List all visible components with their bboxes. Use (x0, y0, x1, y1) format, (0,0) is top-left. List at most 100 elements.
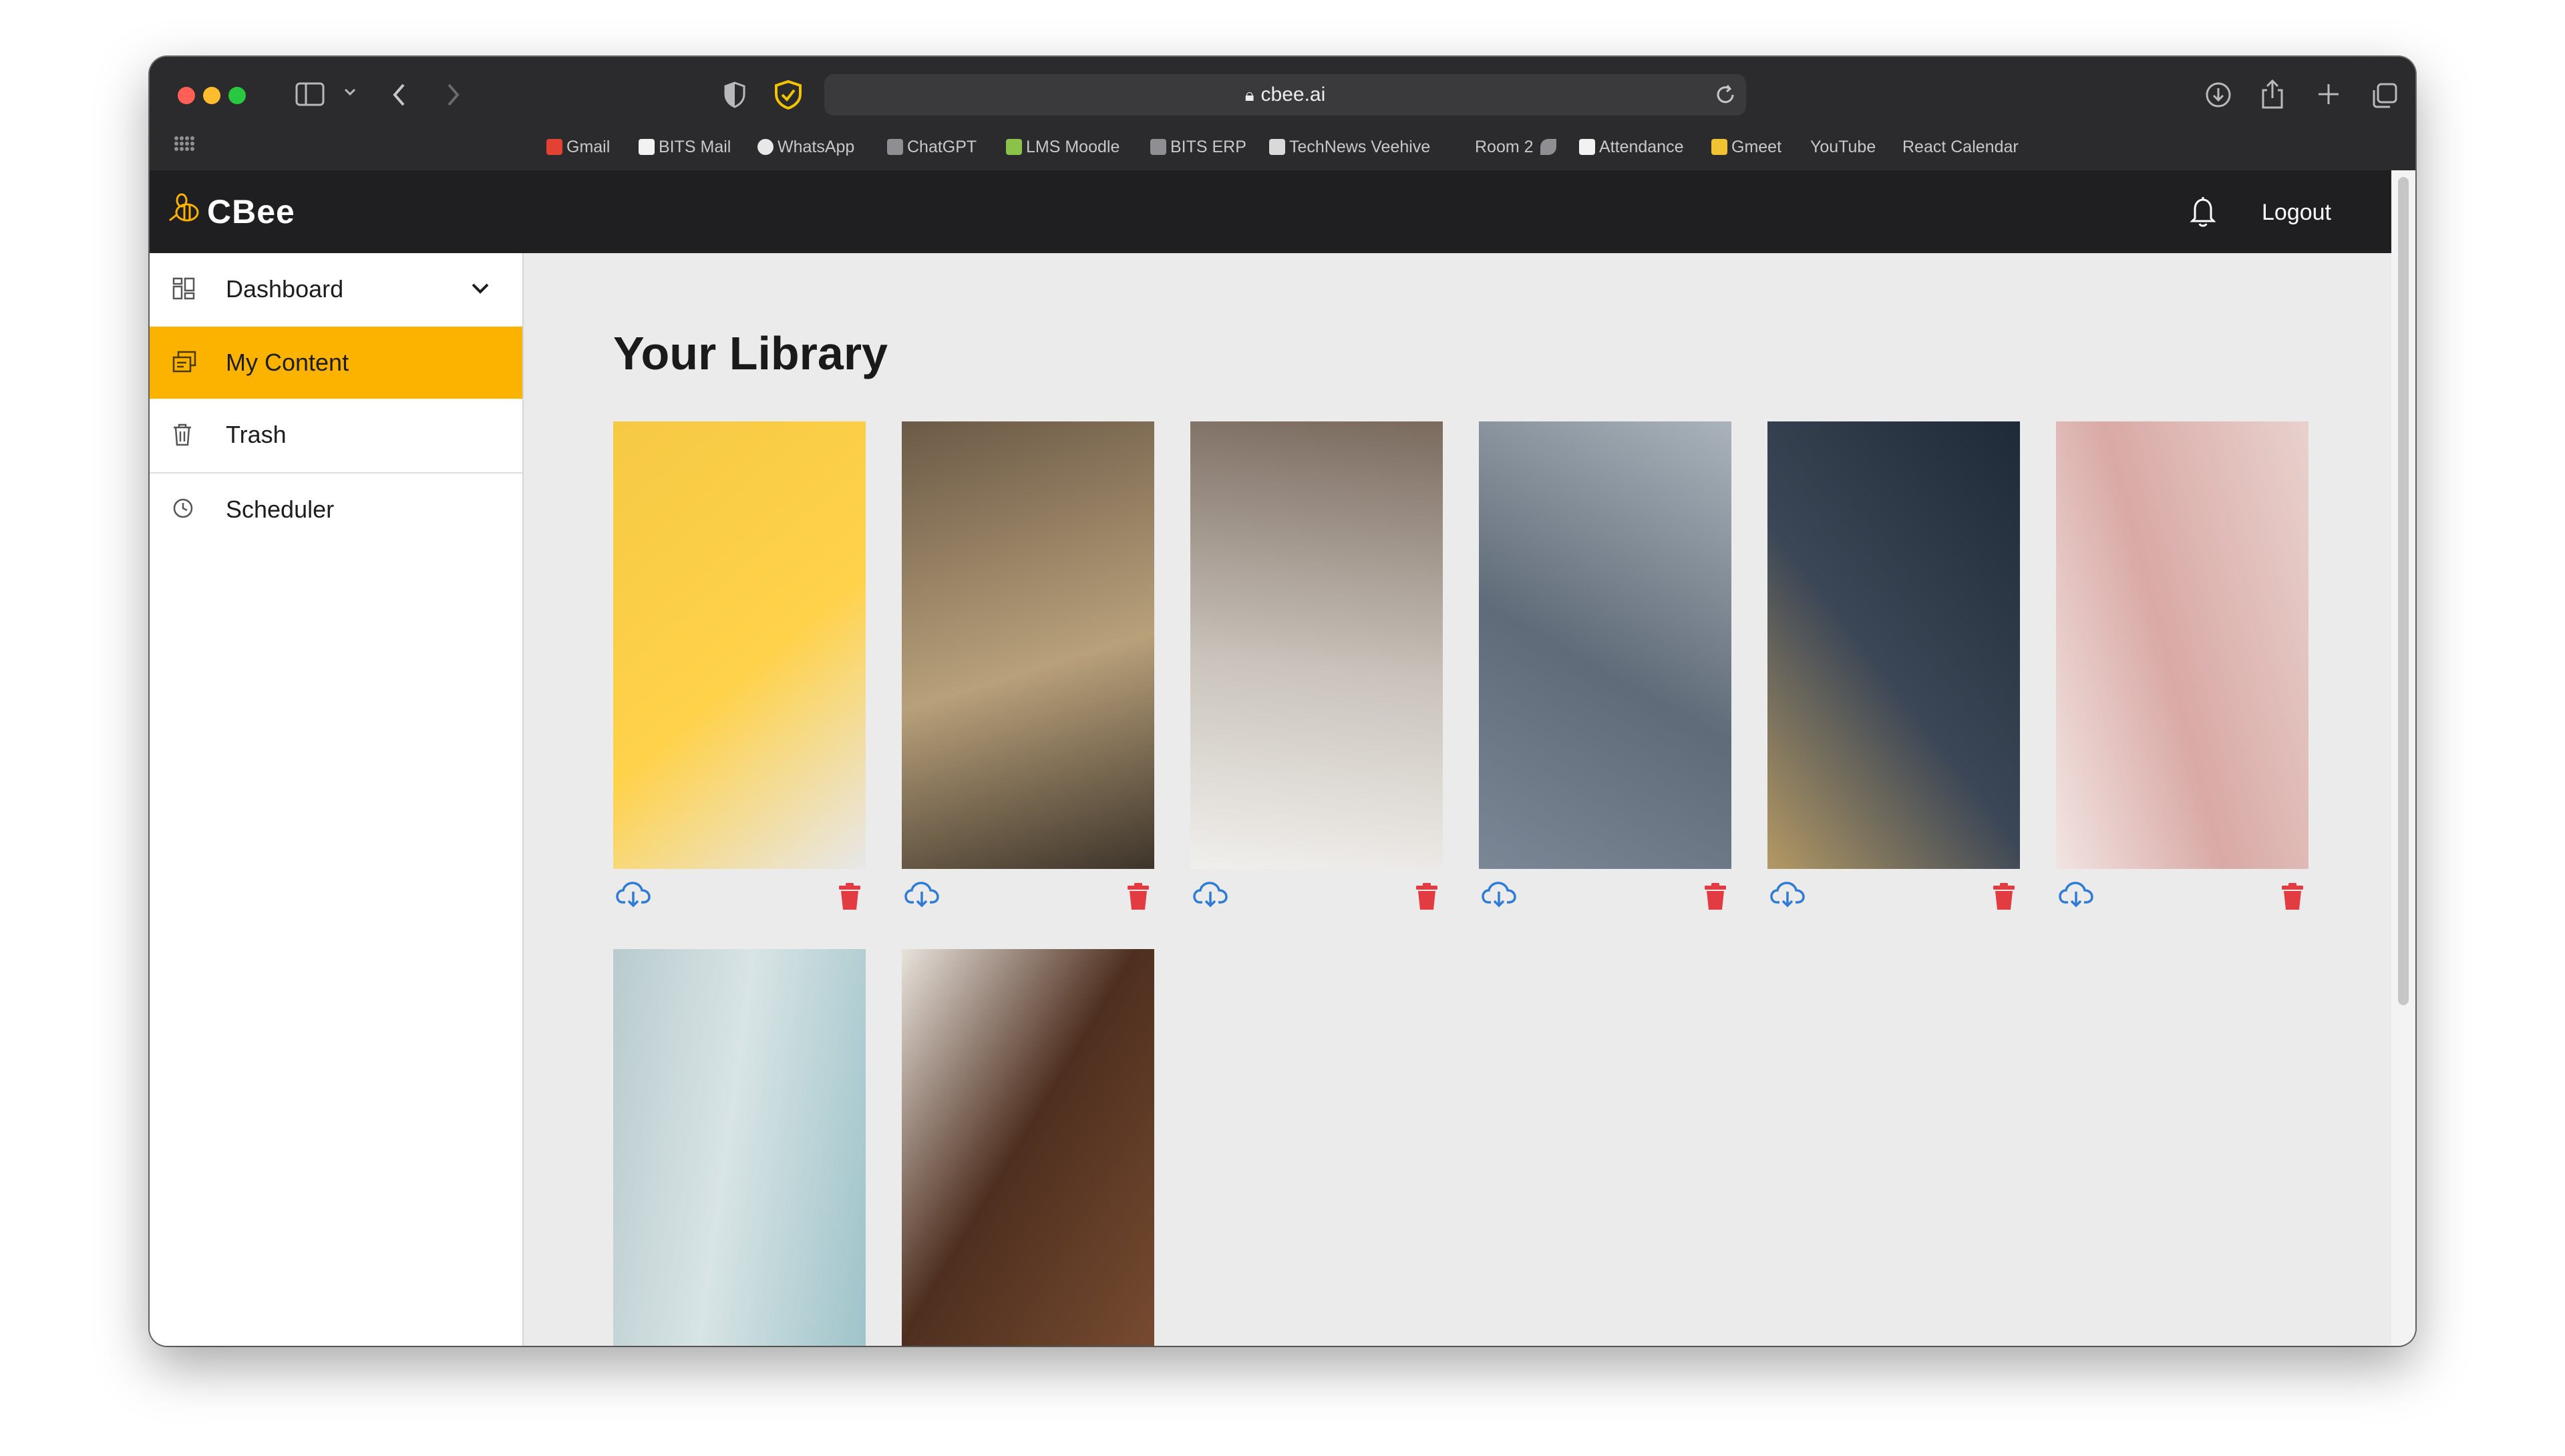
content-icon (172, 351, 196, 377)
library-thumbnail[interactable] (1190, 421, 1443, 869)
card-actions (1767, 881, 2020, 913)
bookmark-lms-moodle[interactable]: LMS Moodle (1006, 132, 1120, 162)
library-thumbnail[interactable] (902, 421, 1154, 869)
scrollbar-thumb[interactable] (2398, 177, 2409, 1005)
library-thumbnail[interactable] (1479, 421, 1731, 869)
bookmark-bits-erp[interactable]: BITS ERP (1150, 132, 1246, 162)
bookmark-room-2[interactable]: Room 2 (1475, 132, 1560, 162)
document-icon (1579, 139, 1595, 155)
cloud-download-icon[interactable] (904, 881, 939, 911)
sidebar-item-label: My Content (226, 349, 349, 376)
sidebar-item-scheduler[interactable]: Scheduler (150, 474, 522, 546)
cloud-download-icon[interactable] (1193, 881, 1228, 911)
card-actions (2056, 881, 2308, 913)
library-card[interactable] (613, 421, 866, 916)
close-window-button[interactable] (178, 87, 195, 104)
privacy-shield-icon[interactable] (723, 81, 747, 109)
bookmark-whatsapp[interactable]: WhatsApp (757, 132, 854, 162)
bee-icon (167, 191, 203, 240)
library-thumbnail[interactable] (902, 949, 1154, 1346)
app-logo[interactable]: CBee (167, 188, 295, 236)
notification-bell-icon[interactable] (2188, 196, 2218, 231)
cloud-download-icon[interactable] (616, 881, 651, 911)
card-actions (902, 881, 1154, 913)
app-viewport: CBee Logout Dashboard My Content Trash S… (150, 170, 2415, 1346)
library-card[interactable] (1190, 421, 1443, 916)
minimize-window-button[interactable] (203, 87, 220, 104)
folder-icon (1269, 139, 1285, 155)
delete-trash-icon[interactable] (1415, 882, 1439, 914)
sidebar-item-dashboard[interactable]: Dashboard (150, 253, 522, 325)
address-bar[interactable]: 🔒︎ cbee.ai (824, 74, 1746, 116)
graduation-cap-icon (887, 139, 903, 155)
reload-icon[interactable] (1714, 83, 1737, 110)
library-thumbnail[interactable] (613, 949, 866, 1346)
zoom-window-button[interactable] (228, 87, 246, 104)
library-card[interactable] (1479, 421, 1731, 916)
apps-grid-icon[interactable] (174, 136, 195, 160)
cloud-download-icon[interactable] (2059, 881, 2093, 911)
sidebar: Dashboard My Content Trash Scheduler (150, 253, 524, 1346)
bookmark-chatgpt[interactable]: ChatGPT (887, 132, 977, 162)
trash-icon (172, 423, 192, 450)
chevron-down-icon[interactable] (469, 279, 492, 302)
bookmark-technews-veehive[interactable]: TechNews Veehive (1269, 132, 1430, 162)
bookmark-react-calendar[interactable]: React Calendar (1902, 132, 2019, 162)
bookmarks-bar: Gmail BITS Mail WhatsApp ChatGPT LMS Moo… (150, 132, 2415, 162)
library-thumbnail[interactable] (2056, 421, 2308, 869)
chevron-down-icon[interactable] (343, 87, 357, 97)
bookmark-gmail[interactable]: Gmail (546, 132, 610, 162)
bookmark-gmeet[interactable]: Gmeet (1711, 132, 1781, 162)
page-title: Your Library (613, 327, 888, 379)
delete-trash-icon[interactable] (1992, 882, 2016, 914)
bookmark-attendance[interactable]: Attendance (1579, 132, 1684, 162)
chat-bubble-icon (757, 139, 774, 155)
back-icon[interactable] (391, 82, 407, 108)
forward-icon[interactable] (445, 82, 461, 108)
clock-icon (172, 498, 194, 522)
gmail-icon (546, 139, 562, 155)
tab-overview-icon[interactable] (2371, 82, 2398, 109)
card-actions (613, 881, 866, 913)
graduation-cap-icon (1150, 139, 1166, 155)
library-card[interactable] (902, 949, 1154, 1346)
sidebar-item-my-content[interactable]: My Content (150, 327, 522, 399)
library-thumbnail[interactable] (613, 421, 866, 869)
meet-icon (1711, 139, 1727, 155)
bookmark-bits-mail[interactable]: BITS Mail (639, 132, 731, 162)
delete-trash-icon[interactable] (838, 882, 862, 914)
cloud-download-icon[interactable] (1770, 881, 1805, 911)
top-navbar: CBee Logout (150, 170, 2391, 253)
sidebar-item-label: Scheduler (226, 496, 335, 523)
lock-icon: 🔒︎ (1244, 85, 1254, 105)
cloud-download-icon[interactable] (1482, 881, 1516, 911)
library-card[interactable] (1767, 421, 2020, 916)
main-content: Your Library (524, 253, 2391, 1346)
browser-window: 🔒︎ cbee.ai Gmail BITS Mail WhatsApp ChatG… (150, 57, 2415, 1346)
grid-icon (172, 277, 195, 303)
delete-trash-icon[interactable] (1126, 882, 1150, 914)
downloads-icon[interactable] (2204, 81, 2232, 109)
library-card[interactable] (2056, 421, 2308, 916)
delete-trash-icon[interactable] (2280, 882, 2304, 914)
sidebar-item-trash[interactable]: Trash (150, 399, 522, 471)
extension-shield-icon[interactable] (774, 79, 803, 110)
sidebar-item-label: Trash (226, 421, 287, 448)
library-card[interactable] (902, 421, 1154, 916)
sidebar-item-label: Dashboard (226, 275, 344, 303)
logout-button[interactable]: Logout (2262, 196, 2331, 229)
card-actions (1479, 881, 1731, 913)
browser-toolbar: 🔒︎ cbee.ai Gmail BITS Mail WhatsApp ChatG… (150, 57, 2415, 170)
library-thumbnail[interactable] (1767, 421, 2020, 869)
phone-icon (1540, 139, 1556, 155)
bookmark-youtube[interactable]: YouTube (1810, 132, 1876, 162)
card-actions (1190, 881, 1443, 913)
delete-trash-icon[interactable] (1703, 882, 1727, 914)
url-text: 🔒︎ cbee.ai (824, 74, 1746, 116)
url-value: cbee.ai (1260, 83, 1326, 106)
library-card[interactable] (613, 949, 866, 1346)
new-tab-icon[interactable] (2317, 82, 2341, 106)
sidebar-toggle-icon[interactable] (295, 82, 325, 106)
books-icon (1006, 139, 1022, 155)
share-icon[interactable] (2259, 78, 2286, 110)
